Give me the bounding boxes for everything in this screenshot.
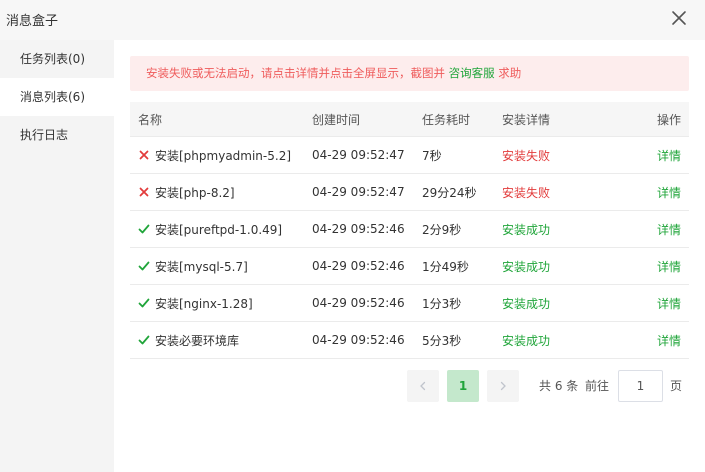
cross-icon [138, 186, 150, 198]
detail-link[interactable]: 详情 [657, 322, 681, 358]
task-name: 安装[phpmyadmin-5.2] [155, 148, 292, 163]
table-row: 安装[nginx-1.28] 04-29 09:52:46 1分3秒 安装成功 … [130, 285, 689, 322]
task-name: 安装[php-8.2] [155, 185, 235, 200]
sidebar-item-label: 任务列表(0) [20, 52, 85, 66]
task-duration: 29分24秒 [422, 185, 477, 200]
task-status: 安装成功 [502, 222, 551, 237]
page-unit-label: 页 [670, 379, 683, 393]
prev-page-button[interactable] [407, 370, 439, 402]
table-row: 安装[pureftpd-1.0.49] 04-29 09:52:46 2分9秒 … [130, 211, 689, 248]
check-icon [138, 223, 150, 235]
sidebar-item-task-list[interactable]: 任务列表(0) [0, 40, 114, 78]
task-name: 安装[mysql-5.7] [155, 259, 248, 274]
header-op: 操作 [656, 112, 681, 127]
install-fail-alert: 安装失败或无法启动，请点击详情并点击全屏显示，截图并 咨询客服 求助 [130, 56, 689, 91]
alert-text-end: 求助 [494, 66, 522, 80]
detail-link[interactable]: 详情 [657, 174, 681, 210]
task-status: 安装成功 [502, 296, 551, 311]
close-icon[interactable] [670, 9, 688, 27]
check-icon [138, 297, 150, 309]
task-duration: 5分3秒 [422, 333, 462, 348]
task-name: 安装[pureftpd-1.0.49] [155, 222, 283, 237]
goto-label: 前往 [585, 379, 610, 393]
task-name: 安装[nginx-1.28] [155, 296, 253, 311]
detail-link[interactable]: 详情 [657, 248, 681, 284]
check-icon [138, 260, 150, 272]
total-count: 共 6 条 [539, 379, 579, 393]
header-name: 名称 [138, 112, 163, 127]
chevron-left-icon [420, 381, 426, 391]
task-duration: 1分3秒 [422, 296, 462, 311]
table-row: 安装[php-8.2] 04-29 09:52:47 29分24秒 安装失败 详… [130, 174, 689, 211]
check-icon [138, 334, 150, 346]
detail-link[interactable]: 详情 [657, 285, 681, 321]
task-time: 04-29 09:52:46 [312, 333, 405, 347]
sidebar-item-label: 执行日志 [20, 128, 69, 142]
cross-icon [138, 149, 150, 161]
task-time: 04-29 09:52:47 [312, 148, 405, 162]
header-duration: 任务耗时 [422, 112, 471, 127]
task-time: 04-29 09:52:46 [312, 296, 405, 310]
contact-support-link[interactable]: 咨询客服 [449, 66, 495, 80]
task-status: 安装失败 [502, 148, 551, 163]
task-duration: 1分49秒 [422, 259, 469, 274]
task-time: 04-29 09:52:46 [312, 222, 405, 236]
task-time: 04-29 09:52:46 [312, 259, 405, 273]
header-status: 安装详情 [502, 112, 551, 127]
task-status: 安装成功 [502, 333, 551, 348]
message-box-dialog: 消息盒子 任务列表(0) 消息列表(6) 执行日志 安装失败或无法启动，请点击详… [0, 0, 705, 472]
goto-page-input[interactable] [618, 370, 663, 402]
titlebar: 消息盒子 [0, 0, 705, 40]
table-row: 安装必要环境库 04-29 09:52:46 5分3秒 安装成功 详情 [130, 322, 689, 359]
task-time: 04-29 09:52:47 [312, 185, 405, 199]
alert-text: 安装失败或无法启动，请点击详情并点击全屏显示，截图并 [146, 66, 449, 80]
table-row: 安装[phpmyadmin-5.2] 04-29 09:52:47 7秒 安装失… [130, 137, 689, 174]
task-status: 安装成功 [502, 259, 551, 274]
main-panel: 安装失败或无法启动，请点击详情并点击全屏显示，截图并 咨询客服 求助 名称 创建… [114, 40, 705, 472]
detail-link[interactable]: 详情 [657, 211, 681, 247]
task-duration: 2分9秒 [422, 222, 462, 237]
dialog-title: 消息盒子 [6, 14, 59, 29]
chevron-right-icon [500, 381, 506, 391]
task-name: 安装必要环境库 [155, 333, 240, 348]
pagination: 1 共 6 条 前往 页 [114, 370, 705, 402]
detail-link[interactable]: 详情 [657, 137, 681, 173]
sidebar-item-message-list[interactable]: 消息列表(6) [0, 78, 114, 116]
task-duration: 7秒 [422, 148, 442, 163]
header-time: 创建时间 [312, 112, 361, 127]
sidebar-item-label: 消息列表(6) [20, 90, 85, 104]
task-status: 安装失败 [502, 185, 551, 200]
next-page-button[interactable] [487, 370, 519, 402]
table-row: 安装[mysql-5.7] 04-29 09:52:46 1分49秒 安装成功 … [130, 248, 689, 285]
sidebar: 任务列表(0) 消息列表(6) 执行日志 [0, 40, 114, 472]
table-header: 名称 创建时间 任务耗时 安装详情 操作 [130, 102, 689, 137]
sidebar-item-exec-log[interactable]: 执行日志 [0, 116, 114, 154]
message-table: 名称 创建时间 任务耗时 安装详情 操作 安装[phpmyadmin-5.2] … [130, 102, 689, 359]
page-1-button[interactable]: 1 [447, 370, 479, 402]
